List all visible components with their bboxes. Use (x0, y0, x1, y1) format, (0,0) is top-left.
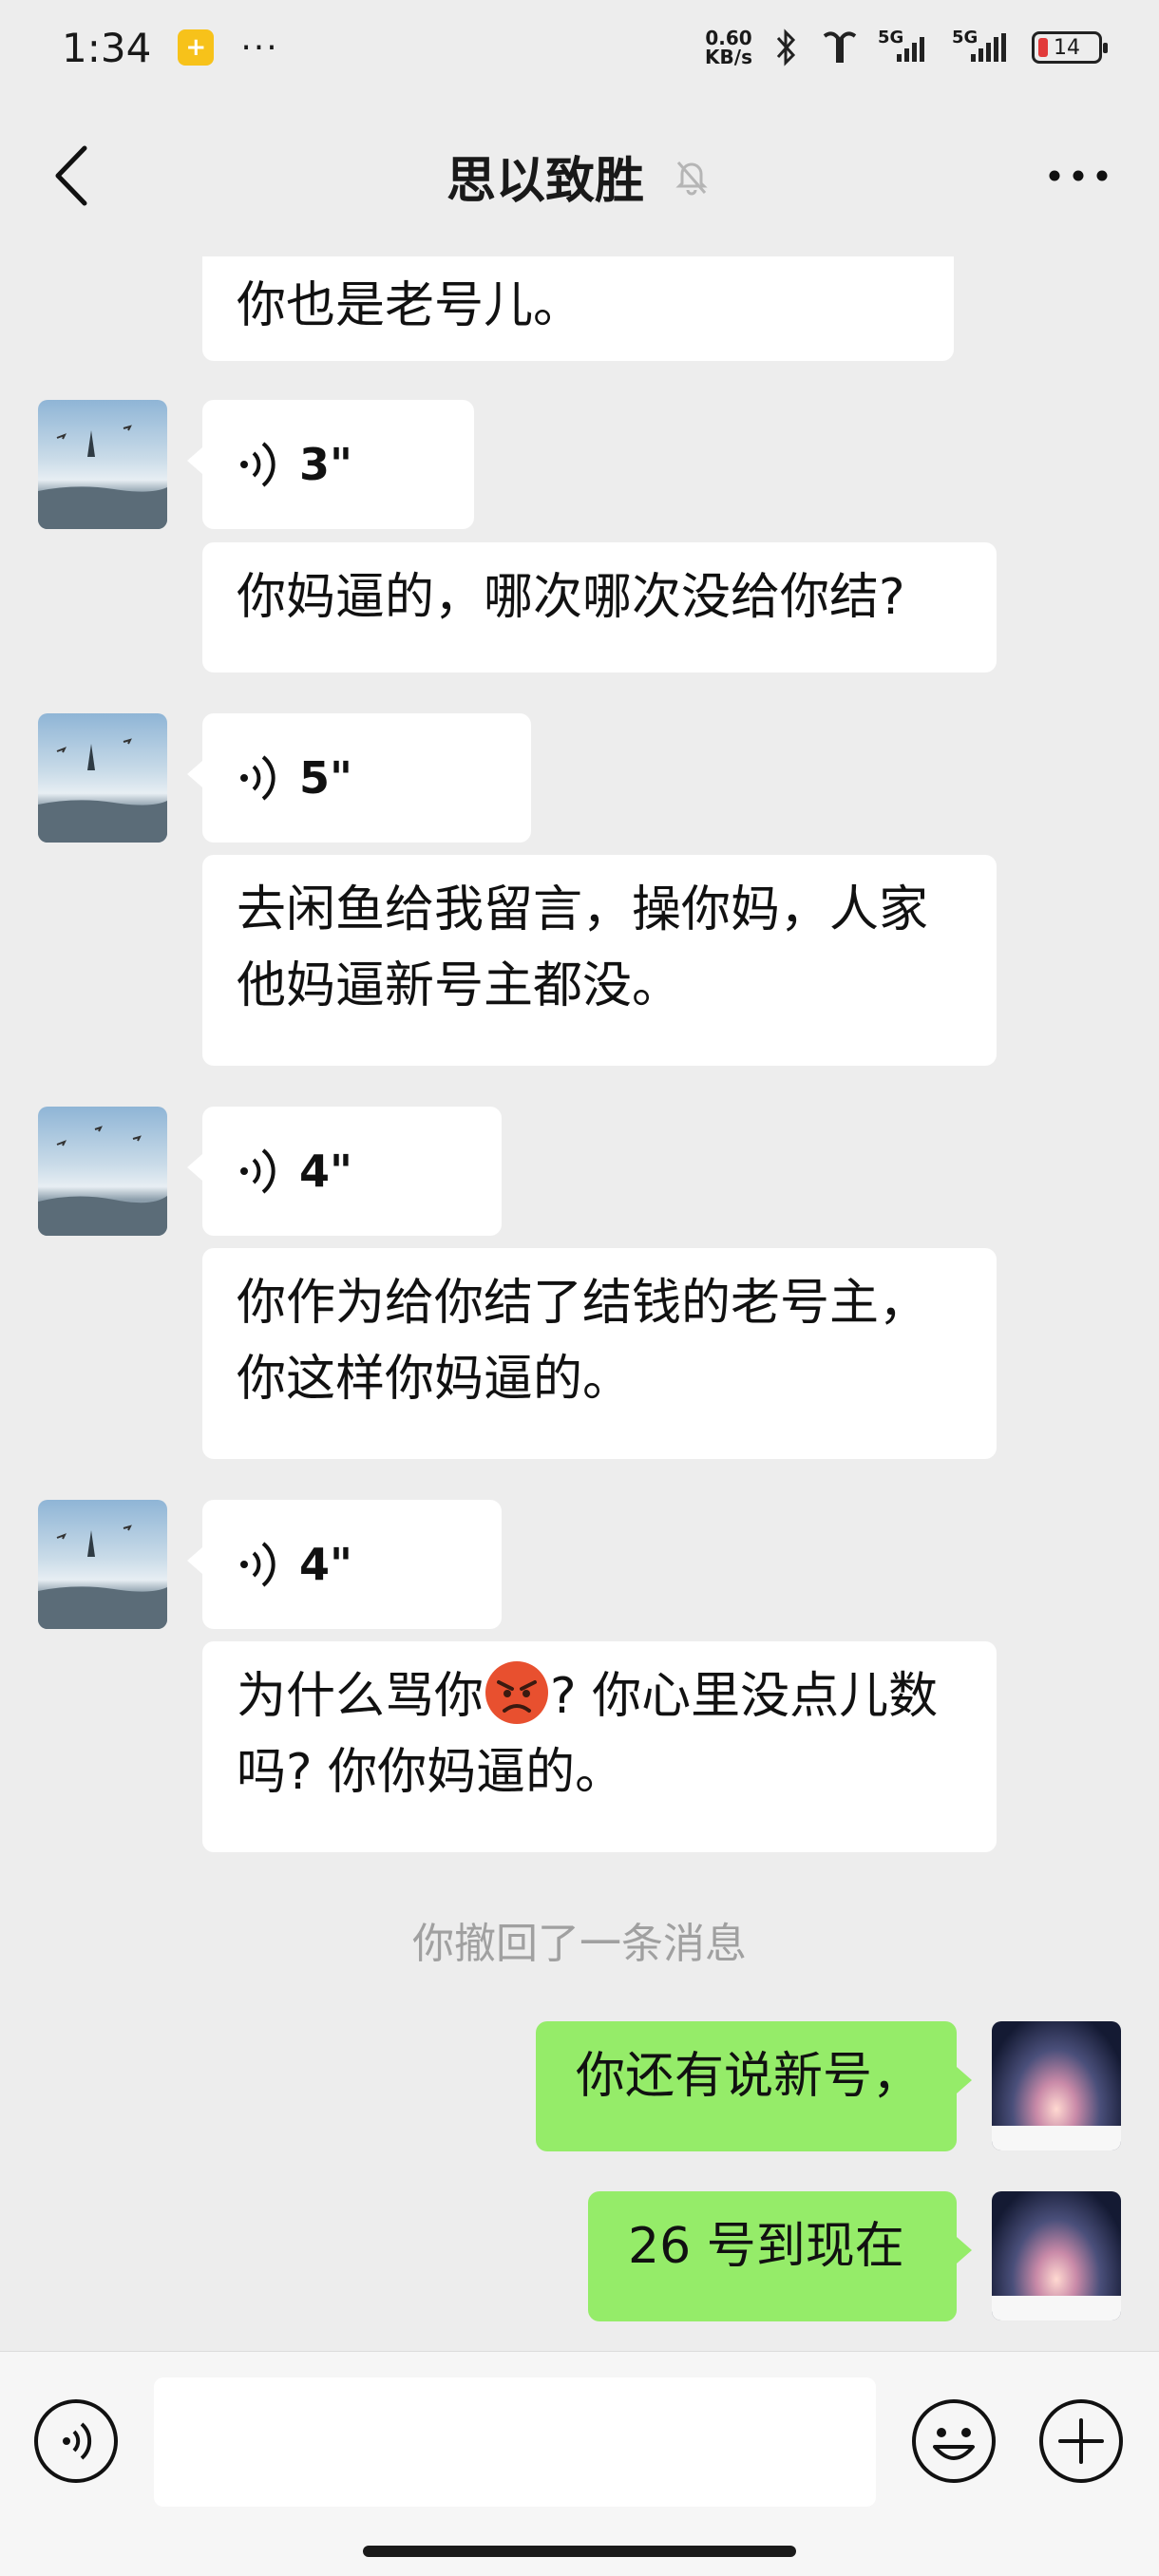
smile-icon (912, 2399, 996, 2483)
message-text: 你也是老号儿。 (237, 277, 583, 334)
message-input[interactable] (154, 2377, 876, 2507)
angry-face-emoji (485, 1661, 549, 1724)
message-text-part: 为什么骂你 (237, 1668, 484, 1725)
plus-icon (1039, 2399, 1123, 2483)
contact-avatar[interactable] (38, 1500, 167, 1629)
more-dots-icon (1049, 170, 1108, 181)
message-bubble-incoming[interactable]: 去闲鱼给我留言，操你妈，人家他妈逼新号主都没。 (202, 855, 997, 1066)
message-text: 你妈逼的，哪次哪次没给你结? (237, 569, 905, 626)
voice-duration: 4" (299, 1146, 352, 1197)
message-bubble-outgoing[interactable]: 你还有说新号， (536, 2021, 972, 2151)
voice-wave-icon (240, 755, 276, 801)
app-notification-icon: + (178, 29, 215, 66)
message-text: 26 号到现在 (628, 2218, 904, 2275)
message-bubble-incoming[interactable]: 你妈逼的，哪次哪次没给你结? (202, 542, 997, 672)
earbuds-icon (823, 31, 857, 63)
input-bar (0, 2351, 1159, 2576)
contact-avatar[interactable] (38, 713, 167, 843)
chevron-left-icon (55, 145, 87, 206)
battery-icon: 14 (1032, 31, 1108, 64)
voice-wave-icon (34, 2399, 118, 2483)
message-bubble-incoming[interactable]: 为什么骂你? 你心里没点儿数吗? 你你妈逼的。 (202, 1641, 997, 1852)
bluetooth-icon (776, 28, 796, 66)
back-button[interactable] (38, 133, 104, 218)
message-bubble-outgoing[interactable]: 26 号到现在 (588, 2191, 972, 2321)
voice-input-button[interactable] (32, 2397, 120, 2485)
voice-message-bubble[interactable]: 3" (187, 400, 474, 529)
message-list[interactable]: 你也是老号儿。 3" 你妈逼的，哪次哪次没给你结? 5" 去闲鱼给我留言，操你妈… (0, 256, 1159, 2356)
chat-title-group: 思以致胜 (446, 141, 712, 212)
signal-sim2-icon: 5G (952, 28, 1015, 62)
network-speed: 0.60 KB/s (705, 28, 752, 66)
status-more-indicator: ··· (240, 28, 279, 67)
voice-duration: 4" (299, 1539, 352, 1590)
bell-slash-icon (675, 161, 708, 196)
recall-notice: 你撤回了一条消息 (412, 1920, 747, 1968)
voice-message-bubble[interactable]: 4" (187, 1500, 502, 1629)
contact-avatar[interactable] (38, 400, 167, 529)
network-speed-value: 0.60 (705, 27, 752, 49)
my-avatar[interactable] (992, 2021, 1121, 2150)
contact-avatar[interactable] (38, 1107, 167, 1236)
avatar-caption-strip (992, 2296, 1121, 2320)
voice-duration: 3" (299, 439, 352, 490)
message-text: 你作为给你结了结钱的老号主，你这样你妈逼的。 (237, 1275, 929, 1408)
emoji-button[interactable] (910, 2397, 998, 2485)
voice-wave-icon (240, 1148, 276, 1194)
sim2-network-label: 5G (952, 28, 978, 47)
voice-message-bubble[interactable]: 5" (187, 713, 531, 843)
voice-duration: 5" (299, 752, 352, 804)
message-text: 你还有说新号， (576, 2048, 922, 2105)
chat-header: 思以致胜 (0, 95, 1159, 256)
voice-message-bubble[interactable]: 4" (187, 1107, 502, 1236)
signal-sim1-icon: 5G (878, 28, 935, 62)
voice-wave-icon (240, 1542, 276, 1587)
chat-title: 思以致胜 (446, 152, 644, 210)
more-functions-button[interactable] (1037, 2397, 1125, 2485)
voice-wave-icon (240, 442, 276, 487)
message-bubble-incoming[interactable]: 你也是老号儿。 (202, 256, 954, 361)
more-button[interactable] (1036, 142, 1121, 209)
message-text: 去闲鱼给我留言，操你妈，人家他妈逼新号主都没。 (237, 881, 929, 1014)
network-speed-unit: KB/s (705, 46, 752, 68)
status-bar: 1:34 + ··· 0.60 KB/s 5G 5G 14 (0, 0, 1159, 95)
home-indicator[interactable] (363, 2546, 796, 2557)
battery-level: 14 (1054, 35, 1080, 60)
avatar-caption-strip (992, 2126, 1121, 2150)
sim1-network-label: 5G (878, 28, 904, 47)
my-avatar[interactable] (992, 2191, 1121, 2320)
message-bubble-incoming[interactable]: 你作为给你结了结钱的老号主，你这样你妈逼的。 (202, 1248, 997, 1459)
status-time: 1:34 (62, 24, 152, 71)
